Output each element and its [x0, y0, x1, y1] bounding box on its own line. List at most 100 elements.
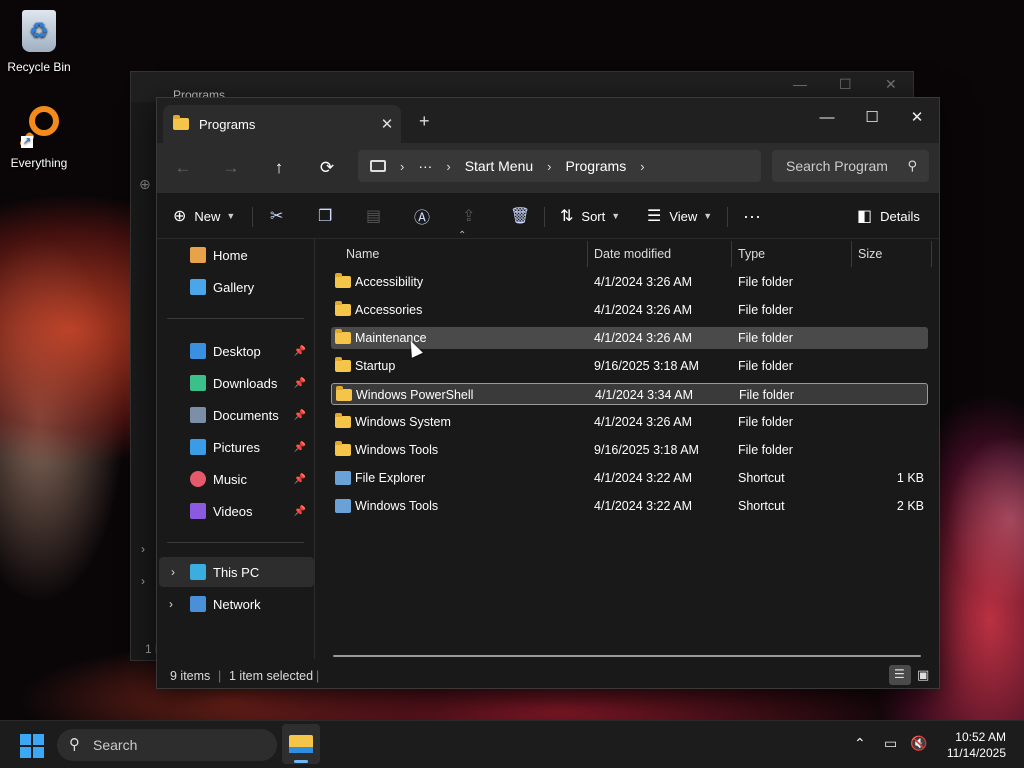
- file-name: Startup: [355, 359, 396, 373]
- sort-button[interactable]: ⇅ Sort ▼: [560, 203, 620, 229]
- paste-button[interactable]: ▤: [366, 203, 389, 229]
- tab-programs[interactable]: Programs ✕: [163, 105, 401, 143]
- column-header-name[interactable]: Name: [346, 239, 379, 269]
- chevron-down-icon: ▼: [226, 211, 236, 221]
- sidebar-item-this-pc[interactable]: › This PC: [159, 557, 314, 587]
- new-button[interactable]: ⊕ New ▼: [173, 203, 235, 229]
- clock[interactable]: 10:52 AM 11/14/2025: [947, 729, 1006, 761]
- everything-search-icon: ↗: [15, 104, 63, 152]
- sidebar-item-music[interactable]: Music 📌: [157, 464, 312, 494]
- pin-icon: 📌: [293, 473, 306, 485]
- bg-expand-icon: ›: [141, 574, 145, 588]
- status-separator: |: [316, 669, 320, 683]
- share-button[interactable]: ⇪: [462, 203, 483, 229]
- desktop-icon-recycle-bin[interactable]: Recycle Bin: [1, 6, 77, 74]
- folder-icon: [336, 386, 352, 401]
- tab-close-icon[interactable]: ✕: [373, 115, 401, 133]
- table-row[interactable]: Windows Tools 9/16/2025 3:18 AM File folde…: [331, 439, 928, 461]
- back-button[interactable]: ←: [170, 156, 196, 180]
- network-status-icon[interactable]: ▭: [884, 735, 897, 752]
- file-type: File folder: [738, 275, 793, 289]
- table-row[interactable]: Windows System 4/1/2024 3:26 AM File folde…: [331, 411, 928, 433]
- file-name: Accessibility: [355, 275, 424, 289]
- breadcrumb-programs[interactable]: Programs: [566, 158, 627, 174]
- more-options-button[interactable]: ···: [743, 203, 761, 229]
- table-row[interactable]: Accessibility 4/1/2024 3:26 AM File folder: [331, 271, 928, 293]
- table-row[interactable]: Windows PowerShell 4/1/2024 3:34 AM File f…: [331, 383, 928, 405]
- column-header-date[interactable]: Date modified: [594, 239, 671, 269]
- refresh-button[interactable]: ⟳: [314, 156, 340, 180]
- sidebar-item-label: Documents: [213, 407, 279, 423]
- copy-button[interactable]: ❐: [318, 203, 340, 229]
- sidebar-item-network[interactable]: › Network: [157, 589, 312, 619]
- shortcut-icon: [335, 471, 351, 485]
- taskbar-search[interactable]: ⚲ Search: [57, 729, 277, 761]
- bg-minimize-icon[interactable]: —: [793, 76, 807, 92]
- shortcut-icon: [335, 499, 351, 513]
- sidebar-item-gallery[interactable]: Gallery: [157, 272, 312, 302]
- file-type: Shortcut: [738, 499, 785, 513]
- close-button[interactable]: ✕: [894, 104, 940, 134]
- sidebar-item-videos[interactable]: Videos 📌: [157, 496, 312, 526]
- clock-date: 11/14/2025: [946, 746, 1006, 760]
- forward-button[interactable]: →: [218, 156, 244, 180]
- table-row[interactable]: Startup 9/16/2025 3:18 AM File folder: [331, 355, 928, 377]
- cut-button[interactable]: ✂: [270, 203, 291, 229]
- column-header-type[interactable]: Type: [738, 239, 765, 269]
- maximize-button[interactable]: ☐: [849, 104, 895, 134]
- desktop-icon-label: Recycle Bin: [7, 60, 71, 74]
- volume-muted-icon[interactable]: 🔇: [910, 735, 927, 752]
- view-button[interactable]: ☰ View ▼: [647, 203, 712, 229]
- breadcrumb-start-menu[interactable]: Start Menu: [465, 158, 533, 174]
- address-bar[interactable]: › ··· › Start Menu › Programs ›: [358, 150, 761, 182]
- copy-icon: ❐: [318, 208, 333, 225]
- navigation-bar: ← → ↑ ⟳ › ··· › Start Menu › Programs › …: [157, 143, 939, 193]
- delete-button[interactable]: 🗑: [510, 203, 538, 229]
- chevron-right-icon[interactable]: ›: [171, 565, 175, 579]
- up-button[interactable]: ↑: [266, 156, 292, 180]
- chevron-down-icon: ▼: [703, 211, 713, 221]
- sidebar-item-label: Pictures: [213, 439, 260, 455]
- horizontal-scrollbar[interactable]: [333, 655, 921, 657]
- monitor-icon: [370, 160, 386, 172]
- sidebar-item-pictures[interactable]: Pictures 📌: [157, 432, 312, 462]
- search-input[interactable]: Search Program ⚲: [772, 150, 929, 182]
- sidebar-item-label: Music: [213, 471, 247, 487]
- table-row[interactable]: Windows Tools 4/1/2024 3:22 AM Shortcut 2 K…: [331, 495, 928, 517]
- new-label: New: [194, 208, 221, 224]
- desktop-icon-everything[interactable]: ↗ Everything: [1, 104, 77, 170]
- gallery-icon: [190, 279, 206, 295]
- chevron-right-icon[interactable]: ›: [169, 597, 173, 611]
- file-date: 4/1/2024 3:26 AM: [594, 331, 692, 345]
- tiles-view-button[interactable]: ▣: [913, 665, 935, 685]
- folder-icon: [335, 329, 351, 344]
- file-type: File folder: [739, 388, 794, 402]
- explorer-window[interactable]: Programs ✕ + — ☐ ✕ ← → ↑ ⟳ › ··· › Start…: [156, 97, 940, 689]
- table-row[interactable]: Maintenance 4/1/2024 3:26 AM File folder: [331, 327, 928, 349]
- command-bar: ⊕ New ▼ ✂ ❐ ▤ Ⓐ ⇪ 🗑 ⇅ Sort ▼ ☰ View ▼ ··…: [157, 193, 939, 239]
- table-row[interactable]: File Explorer 4/1/2024 3:22 AM Shortcut 1 K…: [331, 467, 928, 489]
- minimize-button[interactable]: —: [804, 104, 850, 134]
- details-pane-button[interactable]: ◧ Details: [857, 203, 920, 229]
- sidebar-item-desktop[interactable]: Desktop 📌: [157, 336, 312, 366]
- column-header-size[interactable]: Size: [858, 239, 882, 269]
- bg-close-icon[interactable]: ✕: [885, 76, 897, 93]
- taskbar-file-explorer[interactable]: [282, 724, 320, 764]
- sidebar-item-home[interactable]: Home: [157, 240, 312, 270]
- rename-button[interactable]: Ⓐ: [414, 203, 438, 229]
- breadcrumb-more-button[interactable]: ···: [418, 158, 432, 174]
- file-name: Windows System: [355, 415, 451, 429]
- bg-add-icon: ⊕: [139, 176, 151, 192]
- sidebar-item-documents[interactable]: Documents 📌: [157, 400, 312, 430]
- table-row[interactable]: Accessories 4/1/2024 3:26 AM File folder: [331, 299, 928, 321]
- bg-maximize-icon[interactable]: ☐: [839, 76, 852, 93]
- new-tab-button[interactable]: +: [419, 111, 430, 132]
- sidebar-item-downloads[interactable]: Downloads 📌: [157, 368, 312, 398]
- file-type: File folder: [738, 443, 793, 457]
- folder-icon: [173, 115, 189, 130]
- chevron-right-icon[interactable]: ›: [640, 159, 644, 174]
- details-view-button[interactable]: ☰: [889, 665, 911, 685]
- start-button[interactable]: [20, 734, 44, 758]
- tray-overflow-icon[interactable]: ⌃: [854, 735, 866, 752]
- view-list-icon: ☰: [647, 208, 662, 225]
